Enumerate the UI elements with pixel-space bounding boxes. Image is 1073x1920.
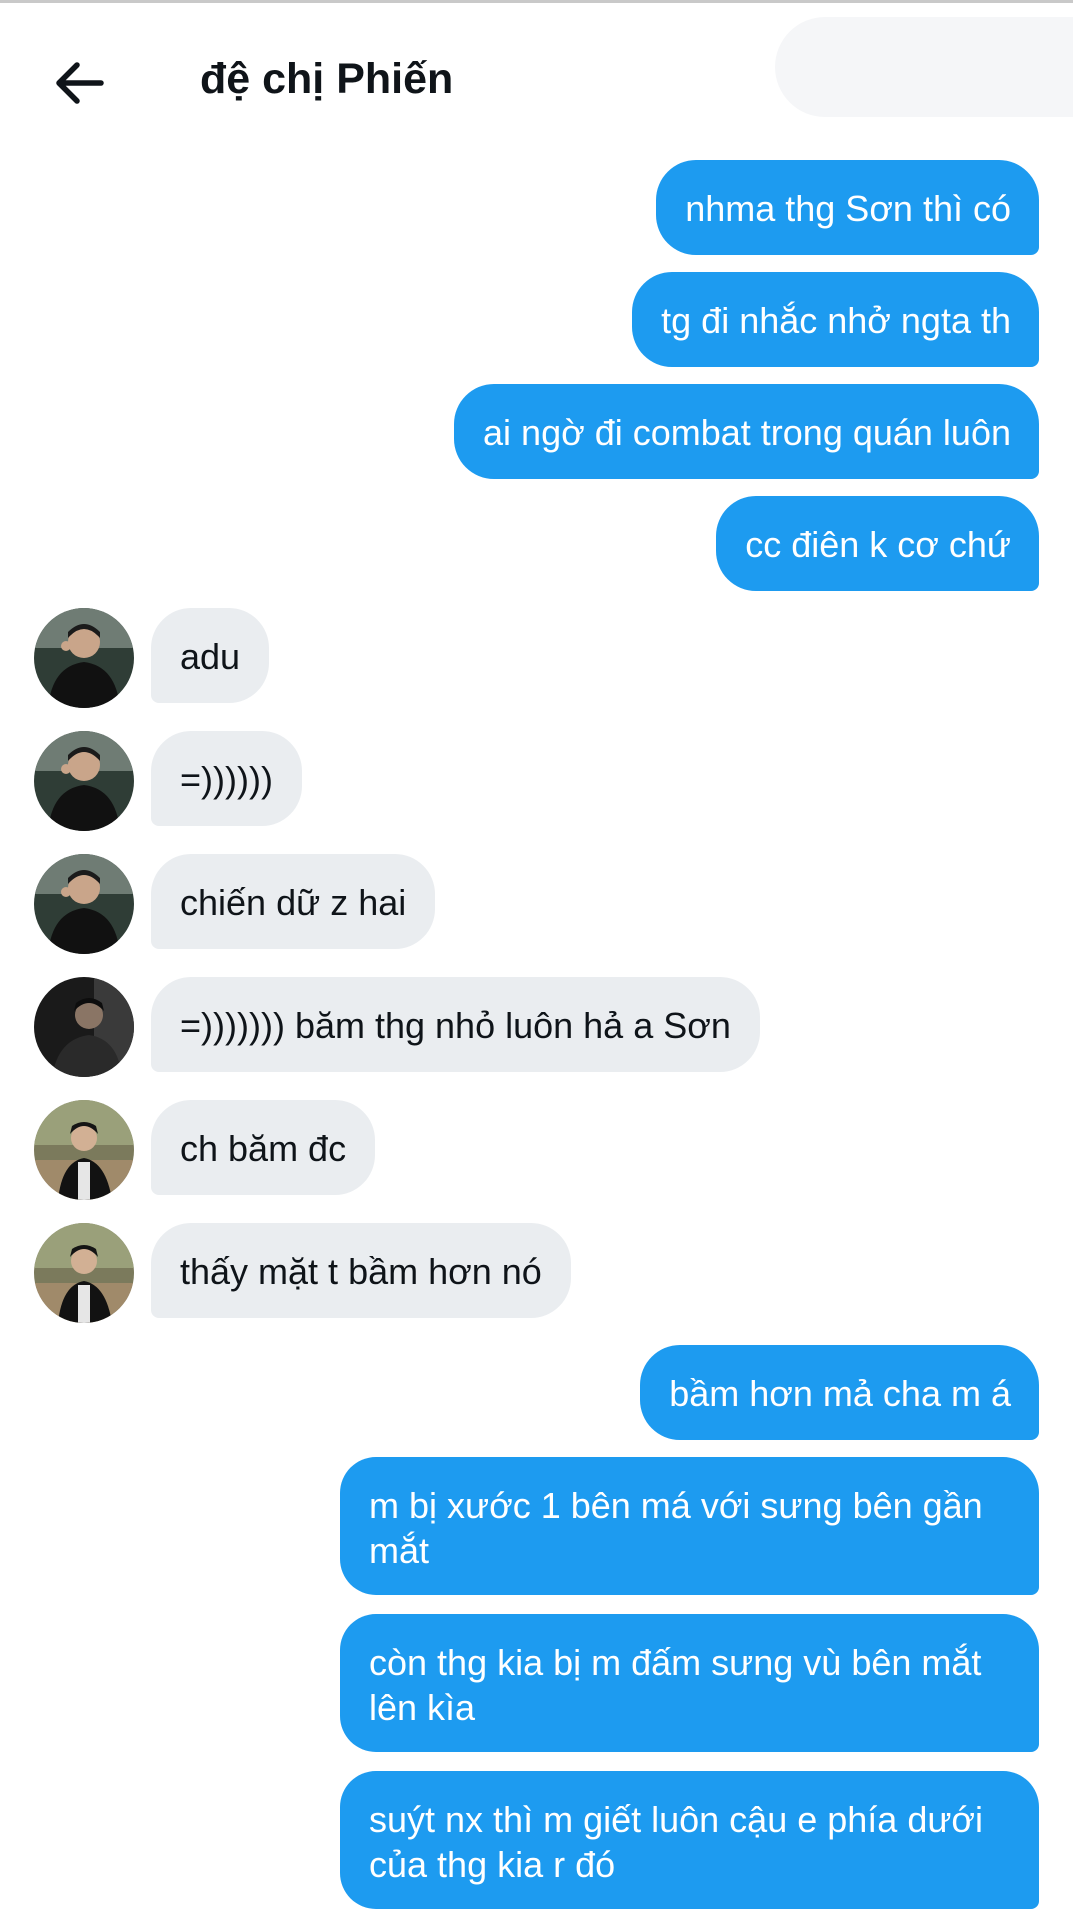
conversation-title: đệ chị Phiến <box>200 55 454 103</box>
message-bubble-outgoing[interactable]: bầm hơn mả cha m á <box>640 1345 1039 1440</box>
message-bubble-incoming[interactable]: chiến dữ z hai <box>151 854 436 949</box>
back-button[interactable] <box>44 51 114 115</box>
message-bubble-outgoing[interactable]: nhma thg Sơn thì có <box>656 160 1039 255</box>
redacted-area <box>775 17 1073 117</box>
avatar[interactable] <box>34 977 134 1077</box>
avatar[interactable] <box>34 731 134 831</box>
message-bubble-outgoing[interactable]: còn thg kia bị m đấm sưng vù bên mắt lên… <box>340 1614 1039 1752</box>
conversation-header: đệ chị Phiến <box>0 3 1073 153</box>
message-bubble-incoming[interactable]: ch băm đc <box>151 1100 376 1195</box>
avatar[interactable] <box>34 854 134 954</box>
message-bubble-outgoing[interactable]: m bị xước 1 bên má với sưng bên gần mắt <box>340 1457 1039 1595</box>
avatar[interactable] <box>34 1223 134 1323</box>
arrow-left-icon <box>56 62 104 104</box>
message-bubble-incoming[interactable]: thấy mặt t bầm hơn nó <box>151 1223 571 1318</box>
message-bubble-outgoing[interactable]: tg đi nhắc nhở ngta th <box>632 272 1039 367</box>
avatar[interactable] <box>34 608 134 708</box>
message-bubble-outgoing[interactable]: ai ngờ đi combat trong quán luôn <box>454 384 1039 479</box>
message-bubble-outgoing[interactable]: suýt nx thì m giết luôn cậu e phía dưới … <box>340 1771 1039 1909</box>
message-bubble-outgoing[interactable]: cc điên k cơ chứ <box>716 496 1039 591</box>
message-bubble-incoming[interactable]: adu <box>151 608 270 703</box>
message-bubble-incoming[interactable]: =))))))) băm thg nhỏ luôn hả a Sơn <box>151 977 760 1072</box>
avatar[interactable] <box>34 1100 134 1200</box>
message-bubble-incoming[interactable]: =)))))) <box>151 731 302 826</box>
